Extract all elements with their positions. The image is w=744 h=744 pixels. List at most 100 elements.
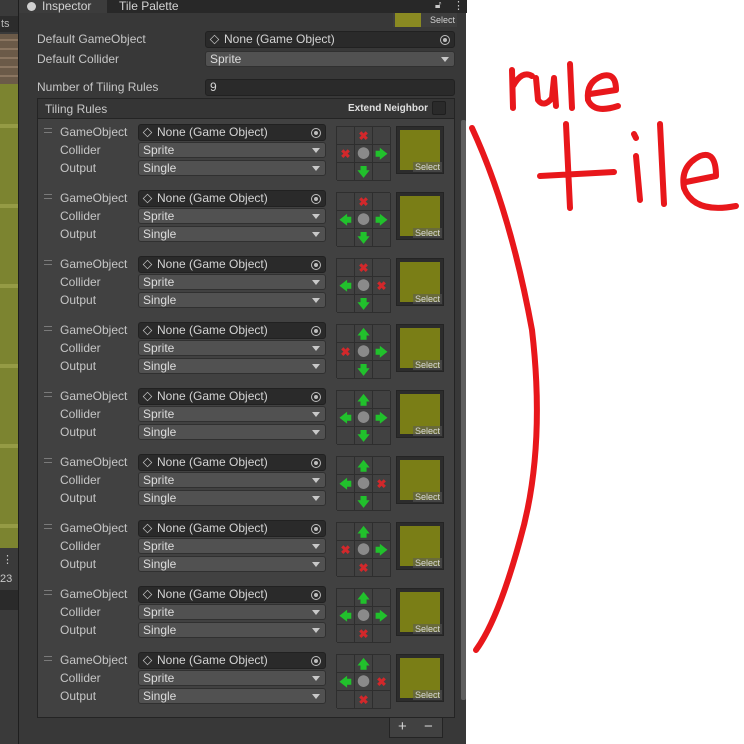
rule-collider-dropdown[interactable]: Sprite <box>138 274 326 290</box>
drag-handle-icon[interactable] <box>44 326 52 331</box>
not-this-icon[interactable]: ✖ <box>355 127 373 145</box>
rule-output-dropdown[interactable]: Single <box>138 688 326 704</box>
drag-handle-icon[interactable] <box>44 458 52 463</box>
center-icon[interactable]: ⬤ <box>355 277 373 295</box>
empty-cell[interactable] <box>373 655 391 673</box>
empty-cell[interactable] <box>373 559 391 577</box>
empty-cell[interactable] <box>373 127 391 145</box>
not-this-icon[interactable]: ✖ <box>373 277 391 295</box>
rule-collider-dropdown[interactable]: Sprite <box>138 604 326 620</box>
object-picker-icon[interactable] <box>311 524 321 534</box>
rule-output-dropdown[interactable]: Single <box>138 358 326 374</box>
rule-collider-dropdown[interactable]: Sprite <box>138 472 326 488</box>
empty-cell[interactable] <box>373 523 391 541</box>
center-icon[interactable]: ⬤ <box>355 475 373 493</box>
empty-cell[interactable] <box>373 295 391 313</box>
object-picker-icon[interactable] <box>311 326 321 336</box>
object-picker-icon[interactable] <box>440 35 450 45</box>
rule-collider-dropdown[interactable]: Sprite <box>138 670 326 686</box>
rule-output-dropdown[interactable]: Single <box>138 160 326 176</box>
empty-cell[interactable] <box>337 163 355 181</box>
empty-cell[interactable] <box>337 625 355 643</box>
remove-rule-button[interactable]: − <box>424 718 433 735</box>
arrow-down-icon[interactable]: 🡇 <box>355 427 373 445</box>
center-icon[interactable]: ⬤ <box>355 211 373 229</box>
drag-handle-icon[interactable] <box>44 656 52 661</box>
rule-output-dropdown[interactable]: Single <box>138 226 326 242</box>
not-this-icon[interactable]: ✖ <box>355 691 373 709</box>
rule-output-dropdown[interactable]: Single <box>138 556 326 572</box>
empty-cell[interactable] <box>337 391 355 409</box>
empty-cell[interactable] <box>373 457 391 475</box>
rule-gameobject-field[interactable]: None (Game Object) <box>138 520 326 537</box>
drag-handle-icon[interactable] <box>44 194 52 199</box>
extend-neighbor-checkbox[interactable] <box>432 101 446 115</box>
default-collider-dropdown[interactable]: Sprite <box>205 51 455 67</box>
arrow-left-icon[interactable]: 🡄 <box>337 607 355 625</box>
arrow-down-icon[interactable]: 🡇 <box>355 493 373 511</box>
rule-collider-dropdown[interactable]: Sprite <box>138 208 326 224</box>
center-icon[interactable]: ⬤ <box>355 673 373 691</box>
arrow-left-icon[interactable]: 🡄 <box>337 277 355 295</box>
not-this-icon[interactable]: ✖ <box>373 475 391 493</box>
not-this-icon[interactable]: ✖ <box>355 193 373 211</box>
arrow-left-icon[interactable]: 🡄 <box>337 673 355 691</box>
arrow-up-icon[interactable]: 🡅 <box>355 457 373 475</box>
empty-cell[interactable] <box>337 259 355 277</box>
arrow-left-icon[interactable]: 🡄 <box>337 409 355 427</box>
tab-inspector[interactable]: Inspector <box>19 0 107 13</box>
rule-gameobject-field[interactable]: None (Game Object) <box>138 256 326 273</box>
rule-output-dropdown[interactable]: Single <box>138 490 326 506</box>
not-this-icon[interactable]: ✖ <box>355 259 373 277</box>
rule-sprite-field[interactable]: Select <box>396 456 444 504</box>
empty-cell[interactable] <box>337 229 355 247</box>
arrow-right-icon[interactable]: 🡆 <box>373 409 391 427</box>
rule-collider-dropdown[interactable]: Sprite <box>138 142 326 158</box>
empty-cell[interactable] <box>337 523 355 541</box>
not-this-icon[interactable]: ✖ <box>337 145 355 163</box>
empty-cell[interactable] <box>337 559 355 577</box>
empty-cell[interactable] <box>373 391 391 409</box>
center-icon[interactable]: ⬤ <box>355 607 373 625</box>
rule-output-dropdown[interactable]: Single <box>138 292 326 308</box>
empty-cell[interactable] <box>337 691 355 709</box>
menu-icon[interactable]: ⋮ <box>453 0 464 12</box>
empty-cell[interactable] <box>373 163 391 181</box>
rule-count-input[interactable]: 9 <box>205 79 455 96</box>
rule-sprite-field[interactable]: Select <box>396 522 444 570</box>
arrow-up-icon[interactable]: 🡅 <box>355 655 373 673</box>
object-picker-icon[interactable] <box>311 656 321 666</box>
empty-cell[interactable] <box>337 325 355 343</box>
object-picker-icon[interactable] <box>311 590 321 600</box>
rule-output-dropdown[interactable]: Single <box>138 622 326 638</box>
not-this-icon[interactable]: ✖ <box>355 559 373 577</box>
object-picker-icon[interactable] <box>311 458 321 468</box>
more-icon[interactable]: ⋮ <box>2 553 13 566</box>
empty-cell[interactable] <box>337 655 355 673</box>
empty-cell[interactable] <box>337 295 355 313</box>
arrow-up-icon[interactable]: 🡅 <box>355 391 373 409</box>
drag-handle-icon[interactable] <box>44 524 52 529</box>
add-rule-button[interactable]: + <box>398 718 407 735</box>
rule-sprite-field[interactable]: Select <box>396 258 444 306</box>
rule-sprite-field[interactable]: Select <box>396 324 444 372</box>
arrow-right-icon[interactable]: 🡆 <box>373 145 391 163</box>
arrow-right-icon[interactable]: 🡆 <box>373 343 391 361</box>
arrow-down-icon[interactable]: 🡇 <box>355 361 373 379</box>
rule-sprite-field[interactable]: Select <box>396 588 444 636</box>
empty-cell[interactable] <box>373 229 391 247</box>
arrow-right-icon[interactable]: 🡆 <box>373 607 391 625</box>
empty-cell[interactable] <box>337 193 355 211</box>
drag-handle-icon[interactable] <box>44 260 52 265</box>
empty-cell[interactable] <box>337 589 355 607</box>
rule-gameobject-field[interactable]: None (Game Object) <box>138 124 326 141</box>
rule-gameobject-field[interactable]: None (Game Object) <box>138 586 326 603</box>
rule-sprite-field[interactable]: Select <box>396 390 444 438</box>
arrow-up-icon[interactable]: 🡅 <box>355 589 373 607</box>
rule-sprite-field[interactable]: Select <box>396 654 444 702</box>
default-gameobject-field[interactable]: None (Game Object) <box>205 31 455 48</box>
drag-handle-icon[interactable] <box>44 392 52 397</box>
scrollbar[interactable] <box>461 120 466 700</box>
empty-cell[interactable] <box>373 589 391 607</box>
center-icon[interactable]: ⬤ <box>355 145 373 163</box>
